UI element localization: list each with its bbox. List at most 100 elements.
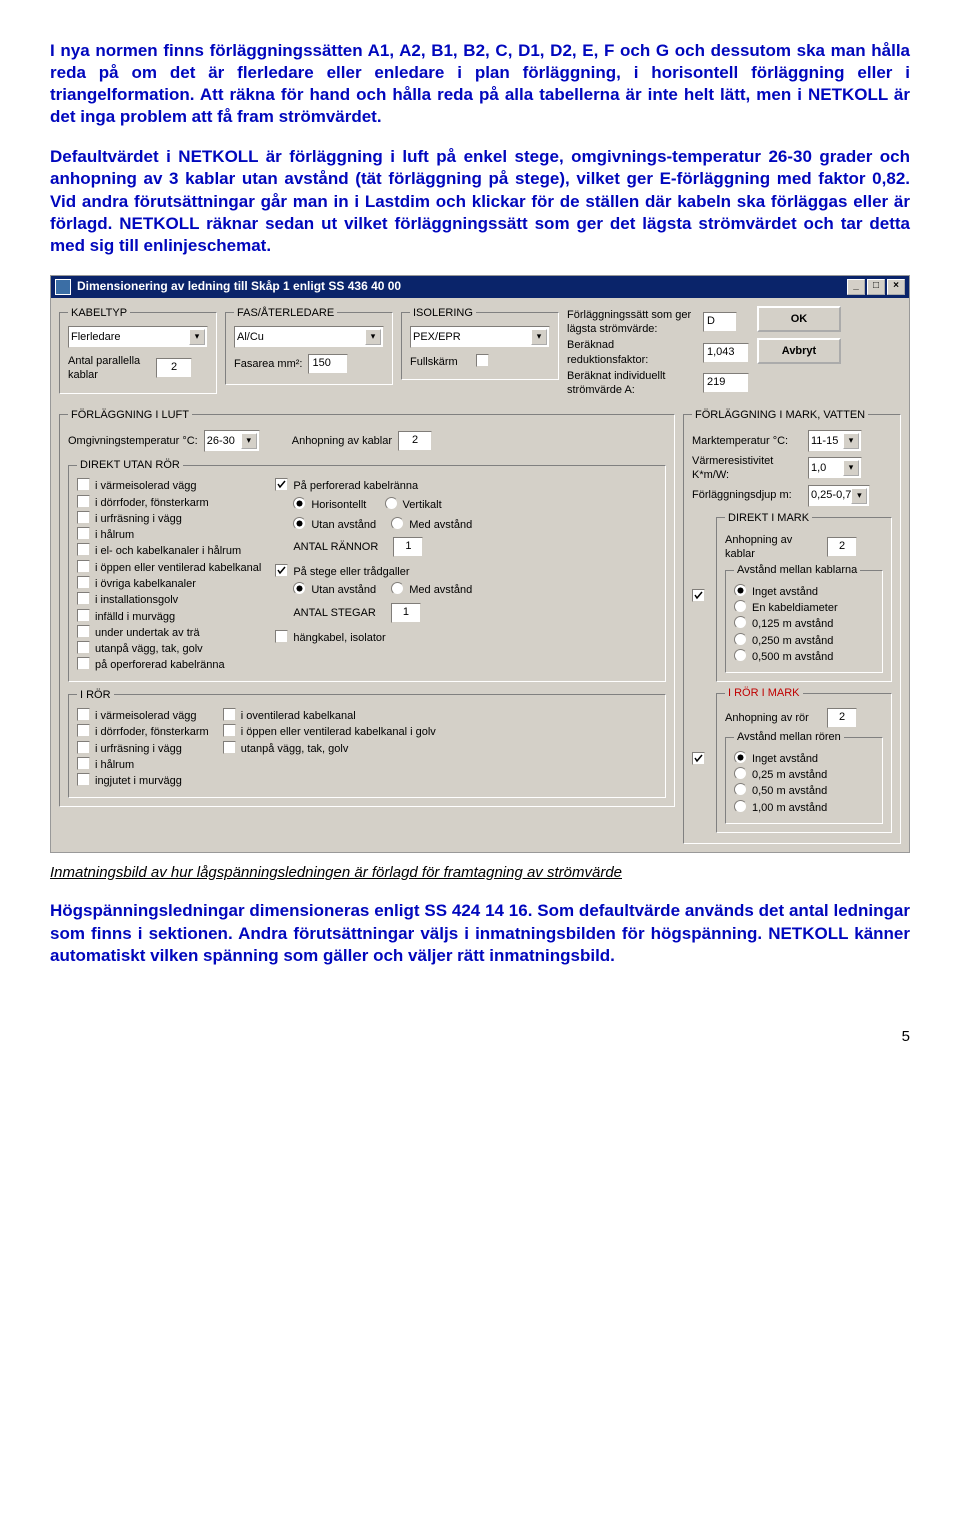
- option-checkbox[interactable]: i oventilerad kabelkanal: [223, 708, 436, 723]
- result-current-value: 219: [703, 373, 749, 393]
- direkt-left-list: i värmeisolerad vägg i dörrfoder, fönster…: [77, 478, 261, 673]
- window-title: Dimensionering av ledning till Skåp 1 en…: [77, 279, 401, 295]
- option-radio[interactable]: 0,125 m avstånd: [734, 616, 874, 631]
- djup-select[interactable]: 0,25-0,7▾: [808, 485, 870, 507]
- i-ror-group: I RÖR i värmeisolerad väggi dörrfoder, f…: [68, 688, 666, 798]
- direkt-right-block: På perforerad kabelränna Horisontellt Ve…: [275, 478, 472, 673]
- page-number: 5: [50, 1027, 910, 1047]
- option-radio[interactable]: 0,250 m avstånd: [734, 633, 874, 648]
- anhopning-input[interactable]: 2: [398, 431, 432, 451]
- fullskarm-label: Fullskärm: [410, 355, 458, 369]
- mark-group: FÖRLÄGGNING I MARK, VATTEN Marktemperatu…: [683, 408, 901, 844]
- option-radio[interactable]: 0,50 m avstånd: [734, 783, 874, 798]
- marktemp-select[interactable]: 11-15▾: [808, 430, 862, 452]
- option-checkbox[interactable]: i värmeisolerad vägg: [77, 478, 261, 493]
- antal-stegar-input[interactable]: 1: [391, 603, 421, 623]
- antal-rannor-label: ANTAL RÄNNOR: [293, 540, 378, 554]
- luft-legend: FÖRLÄGGNING I LUFT: [68, 408, 192, 422]
- result-method-value: D: [703, 312, 737, 332]
- option-checkbox[interactable]: på operforerad kabelränna: [77, 657, 261, 672]
- kabeltyp-legend: KABELTYP: [68, 306, 130, 320]
- option-radio[interactable]: 0,500 m avstånd: [734, 649, 874, 664]
- option-radio[interactable]: 1,00 m avstånd: [734, 800, 874, 815]
- direkt-utan-ror-legend: DIREKT UTAN RÖR: [77, 458, 183, 472]
- varmeres-label: Värmeresistivitet K*m/W:: [692, 454, 802, 483]
- fas-group: FAS/ÅTERLEDARE Al/Cu▾ Fasarea mm²: 150: [225, 306, 393, 385]
- isolering-group: ISOLERING PEX/EPR▾ Fullskärm: [401, 306, 559, 381]
- utan-avstand-1-radio[interactable]: Utan avstånd: [293, 517, 376, 532]
- antal-stegar-label: ANTAL STEGAR: [293, 606, 376, 620]
- mark-anh-input[interactable]: 2: [827, 537, 857, 557]
- ror-right-list: i oventilerad kabelkanali öppen eller ve…: [223, 708, 436, 788]
- fullskarm-checkbox[interactable]: [476, 354, 494, 369]
- option-checkbox[interactable]: i öppen eller ventilerad kabelkanal: [77, 560, 261, 575]
- direkt-i-mark-checkbox[interactable]: [692, 589, 710, 604]
- djup-label: Förläggningsdjup m:: [692, 488, 802, 502]
- dialog-window: Dimensionering av ledning till Skåp 1 en…: [50, 275, 910, 853]
- direkt-utan-ror-group: DIREKT UTAN RÖR i värmeisolerad vägg i dö…: [68, 458, 666, 682]
- option-checkbox[interactable]: i urfräsning i vägg: [77, 741, 209, 756]
- ror-anh-label: Anhopning av rör: [725, 711, 821, 725]
- app-icon: [55, 279, 71, 295]
- fasarea-input[interactable]: 150: [308, 354, 348, 374]
- option-radio[interactable]: En kabeldiameter: [734, 600, 874, 615]
- bottom-paragraph: Högspänningsledningar dimensioneras enli…: [50, 900, 910, 966]
- option-checkbox[interactable]: utanpå vägg, tak, golv: [223, 741, 436, 756]
- option-checkbox[interactable]: i dörrfoder, fönsterkarm: [77, 724, 209, 739]
- result-factor-value: 1,043: [703, 343, 749, 363]
- perforerad-checkbox[interactable]: På perforerad kabelränna: [275, 478, 472, 493]
- direkt-i-mark-group: DIREKT I MARK Anhopning av kablar2 Avstå…: [716, 511, 892, 683]
- fasarea-label: Fasarea mm²:: [234, 357, 302, 371]
- option-checkbox[interactable]: i hålrum: [77, 527, 261, 542]
- intro-paragraph-1: I nya normen finns förläggningssätten A1…: [50, 40, 910, 128]
- option-checkbox[interactable]: utanpå vägg, tak, golv: [77, 641, 261, 656]
- option-checkbox[interactable]: i installationsgolv: [77, 592, 261, 607]
- varmeres-select[interactable]: 1,0▾: [808, 457, 862, 479]
- isolering-select[interactable]: PEX/EPR▾: [410, 326, 550, 348]
- anhopning-label: Anhopning av kablar: [292, 434, 392, 448]
- option-checkbox[interactable]: i övriga kabelkanaler: [77, 576, 261, 591]
- omgivtemp-select[interactable]: 26-30▾: [204, 430, 260, 452]
- figure-caption: Inmatningsbild av hur lågspänningslednin…: [50, 863, 910, 883]
- stege-checkbox[interactable]: På stege eller trådgaller: [275, 564, 472, 579]
- antal-rannor-input[interactable]: 1: [393, 537, 423, 557]
- option-radio[interactable]: 0,25 m avstånd: [734, 767, 874, 782]
- horisontellt-radio[interactable]: Horisontellt: [293, 497, 366, 512]
- maximize-button[interactable]: □: [867, 279, 885, 295]
- ror-avstand-group: Avstånd mellan rören Inget avstånd0,25 m…: [725, 730, 883, 823]
- kabeltyp-select[interactable]: Flerledare▾: [68, 326, 208, 348]
- isolering-legend: ISOLERING: [410, 306, 476, 320]
- option-checkbox[interactable]: i hålrum: [77, 757, 209, 772]
- parallel-input[interactable]: 2: [156, 358, 192, 378]
- result-factor-label: Beräknad reduktionsfaktor:: [567, 338, 697, 367]
- option-radio[interactable]: Inget avstånd: [734, 751, 874, 766]
- option-checkbox[interactable]: i el- och kabelkanaler i hålrum: [77, 543, 261, 558]
- mark-avstand-legend: Avstånd mellan kablarna: [734, 563, 860, 577]
- option-checkbox[interactable]: i urfräsning i vägg: [77, 511, 261, 526]
- fas-legend: FAS/ÅTERLEDARE: [234, 306, 337, 320]
- ror-i-mark-checkbox[interactable]: [692, 752, 710, 767]
- results-block: Förläggningssätt som ger lägsta strömvär…: [567, 306, 749, 400]
- close-button[interactable]: ×: [887, 279, 905, 295]
- utan-avstand-2-radio[interactable]: Utan avstånd: [293, 582, 376, 597]
- ror-anh-input[interactable]: 2: [827, 708, 857, 728]
- option-checkbox[interactable]: i öppen eller ventilerad kabelkanal i go…: [223, 724, 436, 739]
- mark-anh-label: Anhopning av kablar: [725, 533, 821, 562]
- option-checkbox[interactable]: i dörrfoder, fönsterkarm: [77, 495, 261, 510]
- option-checkbox[interactable]: i värmeisolerad vägg: [77, 708, 209, 723]
- option-checkbox[interactable]: under undertak av trä: [77, 625, 261, 640]
- fas-select[interactable]: Al/Cu▾: [234, 326, 384, 348]
- hangkabel-checkbox[interactable]: hängkabel, isolator: [275, 630, 472, 645]
- minimize-button[interactable]: _: [847, 279, 865, 295]
- ok-button[interactable]: OK: [757, 306, 841, 332]
- parallel-label: Antal parallella kablar: [68, 354, 150, 383]
- marktemp-label: Marktemperatur °C:: [692, 434, 802, 448]
- kabeltyp-group: KABELTYP Flerledare▾ Antal parallella ka…: [59, 306, 217, 394]
- med-avstand-2-radio[interactable]: Med avstånd: [391, 582, 472, 597]
- cancel-button[interactable]: Avbryt: [757, 338, 841, 364]
- med-avstand-1-radio[interactable]: Med avstånd: [391, 517, 472, 532]
- option-checkbox[interactable]: ingjutet i murvägg: [77, 773, 209, 788]
- vertikalt-radio[interactable]: Vertikalt: [385, 497, 442, 512]
- option-radio[interactable]: Inget avstånd: [734, 584, 874, 599]
- option-checkbox[interactable]: infälld i murvägg: [77, 609, 261, 624]
